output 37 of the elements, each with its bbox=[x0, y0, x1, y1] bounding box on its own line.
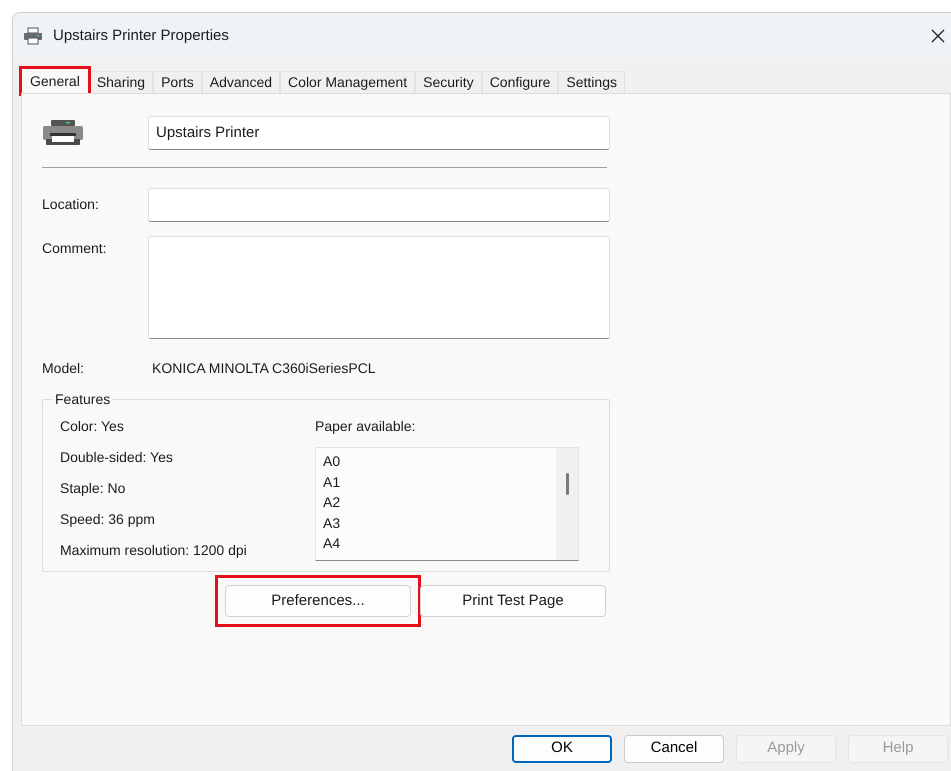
paper-item[interactable]: A3 bbox=[323, 512, 340, 533]
paper-item[interactable]: A0 bbox=[323, 451, 340, 472]
feature-text: Double-sided: Yes bbox=[60, 448, 174, 467]
action-button[interactable]: Preferences... bbox=[225, 585, 411, 617]
printer-icon bbox=[42, 119, 84, 147]
scrollbar[interactable] bbox=[556, 448, 578, 560]
tab[interactable]: Configure bbox=[482, 71, 558, 93]
tab[interactable]: Security bbox=[415, 71, 482, 93]
tab[interactable]: Color Management bbox=[280, 71, 416, 93]
paper-item[interactable]: A2 bbox=[323, 492, 340, 512]
feature-text: Staple: No bbox=[60, 479, 126, 498]
close-icon[interactable] bbox=[931, 29, 945, 43]
paper-item[interactable]: A1 bbox=[323, 472, 340, 492]
paper-list[interactable]: A0 A1 A2 A3 A4 bbox=[315, 447, 579, 561]
dialog-button[interactable]: OK bbox=[512, 734, 612, 762]
paper-item[interactable]: A4 bbox=[323, 533, 340, 554]
model-label: Model: bbox=[42, 359, 86, 378]
window-title: Upstairs Printer Properties bbox=[53, 26, 229, 46]
paper-label: Paper available: bbox=[315, 417, 416, 436]
feature-text: Maximum resolution: 1200 dpi bbox=[60, 541, 248, 560]
comment-field[interactable] bbox=[148, 236, 610, 339]
action-button[interactable]: Print Test Page bbox=[420, 585, 606, 617]
model-value: KONICA MINOLTA C360iSeriesPCL bbox=[152, 359, 376, 378]
scroll-thumb[interactable] bbox=[566, 473, 568, 495]
feature-text: Color: Yes bbox=[60, 417, 125, 436]
printer-name-field[interactable]: Upstairs Printer bbox=[148, 116, 610, 150]
feature-text: Speed: 36 ppm bbox=[60, 510, 156, 529]
location-field[interactable] bbox=[148, 188, 610, 222]
tab[interactable]: Ports bbox=[153, 71, 202, 93]
tab[interactable]: Advanced bbox=[202, 71, 280, 93]
printer-icon bbox=[23, 27, 43, 45]
tab[interactable]: Sharing bbox=[88, 71, 154, 93]
tab[interactable]: General bbox=[21, 68, 89, 94]
comment-label: Comment: bbox=[42, 239, 108, 258]
location-label: Location: bbox=[42, 195, 100, 214]
dialog-button[interactable]: Cancel bbox=[624, 734, 724, 762]
tab[interactable]: Settings bbox=[558, 71, 625, 93]
